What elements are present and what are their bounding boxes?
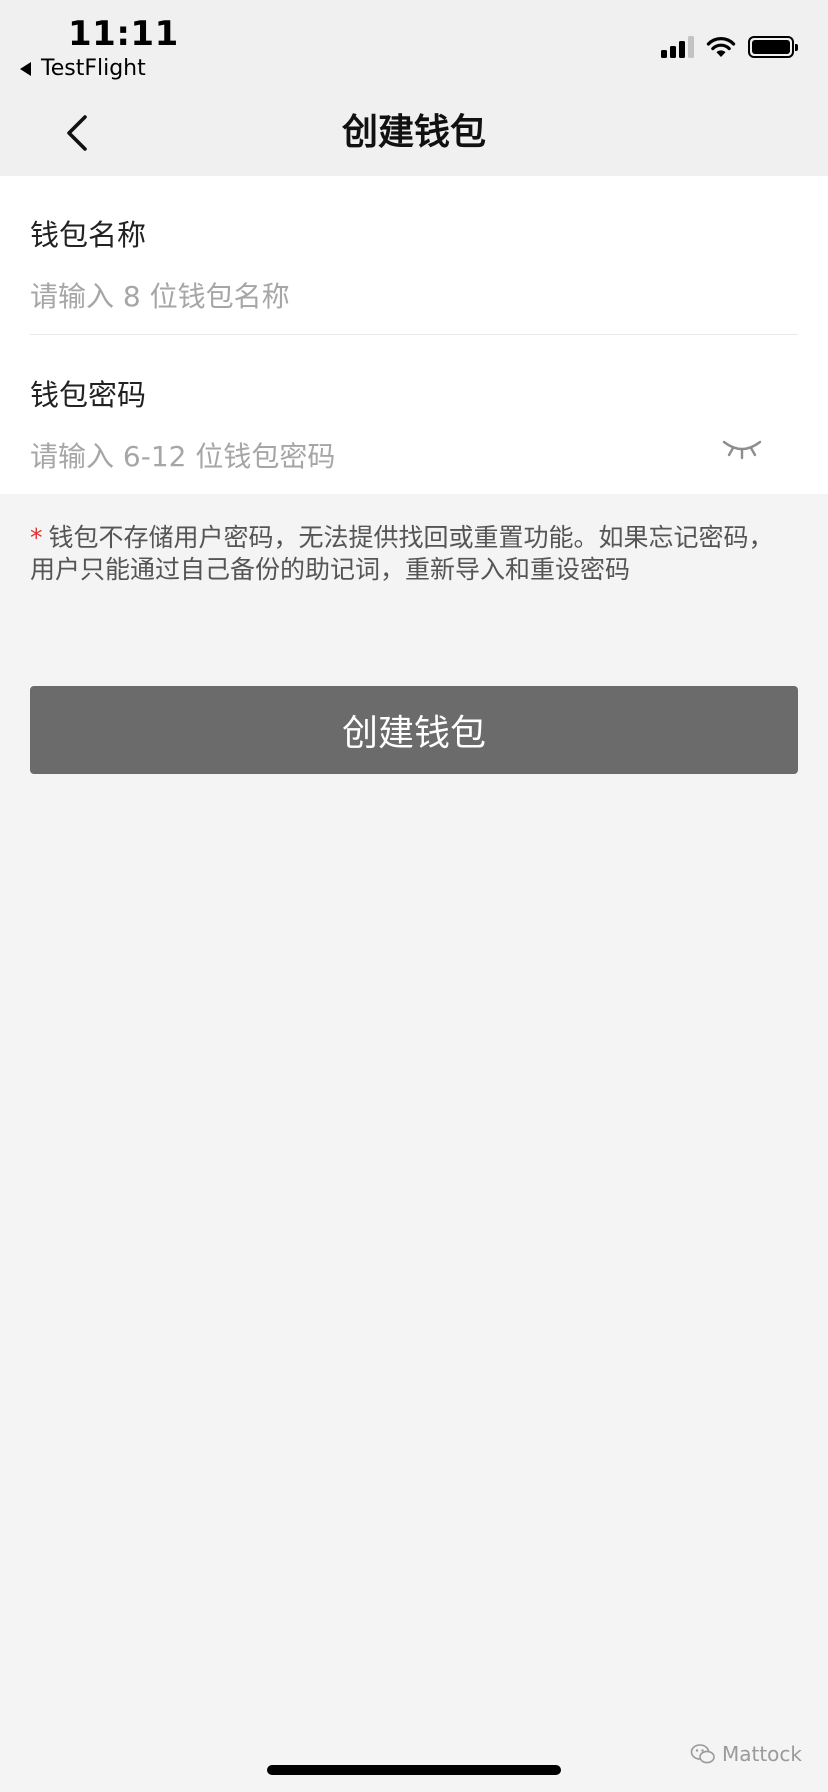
watermark-text: Mattock — [721, 1742, 802, 1766]
wallet-name-input[interactable] — [30, 272, 690, 320]
status-icons — [661, 36, 798, 58]
password-warning-text: 钱包不存储用户密码，无法提供找回或重置功能。如果忘记密码，用户只能通过自己备份的… — [30, 523, 774, 584]
return-to-app-link[interactable]: TestFlight — [20, 56, 146, 81]
create-wallet-button[interactable]: 创建钱包 — [30, 686, 798, 774]
password-visibility-toggle[interactable] — [720, 434, 764, 464]
wallet-name-label: 钱包名称 — [30, 218, 147, 252]
wallet-password-label: 钱包密码 — [30, 378, 147, 412]
eye-closed-icon — [722, 440, 762, 460]
watermark: Mattock — [690, 1742, 802, 1766]
required-asterisk: * — [30, 523, 43, 552]
status-time: 11:11 — [68, 14, 179, 54]
wifi-icon — [706, 37, 736, 57]
wechat-icon — [690, 1744, 715, 1764]
status-bar: 11:11 TestFlight — [0, 0, 828, 90]
home-indicator[interactable] — [267, 1765, 561, 1775]
wallet-password-input[interactable] — [30, 432, 610, 480]
back-button[interactable] — [52, 108, 102, 158]
nav-bar: 创建钱包 — [0, 90, 828, 176]
battery-icon — [748, 36, 798, 58]
wallet-form: 钱包名称 钱包密码 — [0, 176, 828, 494]
signal-icon — [661, 36, 694, 58]
password-warning-note: * 钱包不存储用户密码，无法提供找回或重置功能。如果忘记密码，用户只能通过自己备份… — [30, 522, 790, 586]
return-app-name: TestFlight — [41, 56, 146, 81]
back-triangle-icon — [20, 61, 31, 76]
field-divider — [30, 334, 798, 335]
page-title: 创建钱包 — [341, 112, 486, 153]
chevron-left-icon — [67, 115, 87, 151]
create-wallet-screen: 11:11 TestFlight 创建钱包 钱包名称 请输入 8 位钱包名称 钱… — [0, 0, 828, 1792]
